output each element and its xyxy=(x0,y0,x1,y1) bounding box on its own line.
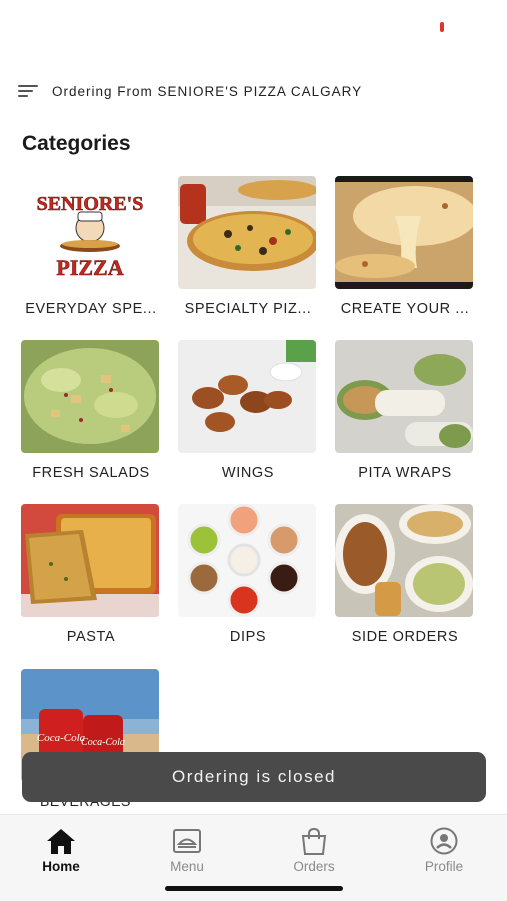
recording-indicator xyxy=(440,22,444,32)
home-icon xyxy=(11,827,111,855)
category-side-orders[interactable]: SIDE ORDERS xyxy=(335,504,475,645)
nav-orders-label: Orders xyxy=(293,859,335,874)
ordering-from-text[interactable]: Ordering From SENIORE'S PIZZA CALGARY xyxy=(52,84,362,99)
ordering-closed-toast: Ordering is closed xyxy=(22,752,486,802)
category-label: WINGS xyxy=(221,465,275,481)
category-label: CREATE YOUR ... xyxy=(340,301,470,317)
category-label: SPECIALTY PIZ... xyxy=(184,301,312,317)
category-dips[interactable]: DIPS xyxy=(178,504,318,645)
category-image-dips xyxy=(178,504,316,617)
profile-icon xyxy=(394,827,494,855)
coca-cola-brand-text-2: Coca-Cola xyxy=(81,737,125,748)
nav-menu-label: Menu xyxy=(170,859,204,874)
category-image-side-orders xyxy=(335,504,473,617)
nav-orders[interactable]: Orders xyxy=(264,827,364,874)
category-create-your-own[interactable]: CREATE YOUR ... xyxy=(335,176,475,317)
category-label: FRESH SALADS xyxy=(32,465,150,481)
logo-text-bottom: PIZZA xyxy=(56,255,123,280)
category-label: PITA WRAPS xyxy=(358,465,452,481)
category-image-salad xyxy=(21,340,159,453)
category-label: PASTA xyxy=(66,629,116,645)
category-image-specialty-pizza xyxy=(178,176,316,289)
category-image-pasta xyxy=(21,504,159,617)
category-label: EVERYDAY SPE... xyxy=(25,301,157,317)
category-everyday-specials[interactable]: SENIORE'S PIZZA EVERYDAY SPE... xyxy=(21,176,161,317)
category-label: DIPS xyxy=(229,629,267,645)
nav-profile-label: Profile xyxy=(424,859,464,874)
nav-menu[interactable]: Menu xyxy=(137,827,237,874)
category-image-pita-wraps xyxy=(335,340,473,453)
category-pita-wraps[interactable]: PITA WRAPS xyxy=(335,340,475,481)
nav-home-label: Home xyxy=(42,859,80,874)
category-fresh-salads[interactable]: FRESH SALADS xyxy=(21,340,161,481)
header: Ordering From SENIORE'S PIZZA CALGARY xyxy=(18,80,489,102)
shopping-bag-icon xyxy=(264,827,364,855)
category-specialty-pizza[interactable]: SPECIALTY PIZ... xyxy=(178,176,318,317)
category-image-cheese-pizza xyxy=(335,176,473,289)
menu-lines-icon[interactable] xyxy=(18,83,40,99)
category-pasta[interactable]: PASTA xyxy=(21,504,161,645)
coca-cola-brand-text: Coca-Cola xyxy=(37,732,86,744)
menu-tray-icon xyxy=(137,827,237,855)
category-label: SIDE ORDERS xyxy=(351,629,459,645)
nav-home[interactable]: Home xyxy=(11,827,111,874)
categories-title: Categories xyxy=(22,132,131,155)
category-image-logo: SENIORE'S PIZZA xyxy=(21,176,159,289)
category-wings[interactable]: WINGS xyxy=(178,340,318,481)
nav-profile[interactable]: Profile xyxy=(394,827,494,874)
category-image-wings xyxy=(178,340,316,453)
home-indicator-bar xyxy=(165,886,343,891)
